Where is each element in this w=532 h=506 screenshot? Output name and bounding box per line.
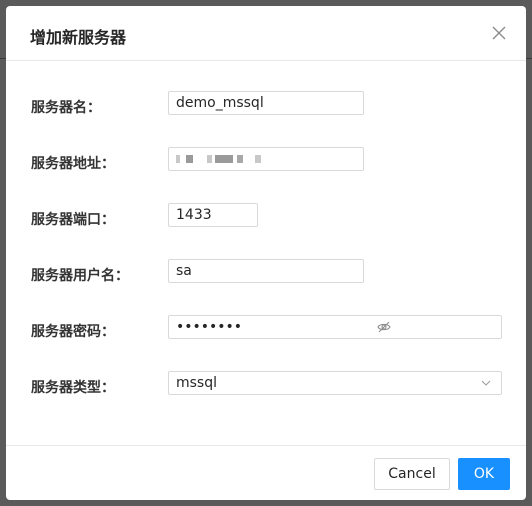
server-address-label: 服务器地址： [31, 156, 115, 172]
dialog-body: 服务器名： demo_mssql 服务器地址： 服务器端口： 1433 服务器用… [6, 62, 526, 445]
redacted-address [186, 155, 193, 163]
password-value: •••••••• [176, 319, 243, 335]
server-port-input[interactable]: 1433 [168, 203, 258, 227]
dialog-footer: Cancel OK [6, 445, 526, 500]
server-address-input[interactable] [168, 147, 364, 171]
server-address-row: 服务器地址： [6, 147, 526, 177]
dialog-title: 增加新服务器 [30, 28, 127, 47]
chevron-down-icon [481, 380, 491, 386]
server-type-row: 服务器类型： mssql [6, 371, 526, 401]
server-name-row: 服务器名： demo_mssql [6, 91, 526, 121]
server-port-row: 服务器端口： 1433 [6, 203, 526, 233]
redacted-address [255, 155, 261, 163]
server-user-row: 服务器用户名： sa [6, 259, 526, 289]
redacted-address [207, 155, 212, 163]
server-type-select[interactable]: mssql [168, 371, 502, 395]
close-icon[interactable] [492, 26, 506, 40]
server-type-value: mssql [176, 375, 218, 391]
add-server-dialog: 增加新服务器 服务器名： demo_mssql 服务器地址： 服务器端口： 14… [6, 6, 526, 500]
server-user-input[interactable]: sa [168, 259, 364, 283]
server-password-row: 服务器密码： •••••••• [6, 315, 526, 345]
server-user-label: 服务器用户名： [31, 268, 129, 284]
cancel-button[interactable]: Cancel [374, 458, 450, 490]
eye-invisible-icon[interactable] [377, 320, 391, 334]
redacted-address [237, 155, 243, 163]
redacted-address [215, 155, 233, 163]
server-port-label: 服务器端口： [31, 212, 115, 228]
server-password-input[interactable]: •••••••• [168, 315, 502, 339]
server-name-input[interactable]: demo_mssql [168, 91, 364, 115]
server-type-label: 服务器类型： [31, 380, 115, 396]
ok-button[interactable]: OK [458, 458, 510, 490]
server-password-label: 服务器密码： [31, 324, 115, 340]
redacted-address [176, 155, 180, 163]
dialog-header: 增加新服务器 [6, 6, 526, 61]
server-name-label: 服务器名： [31, 100, 101, 116]
